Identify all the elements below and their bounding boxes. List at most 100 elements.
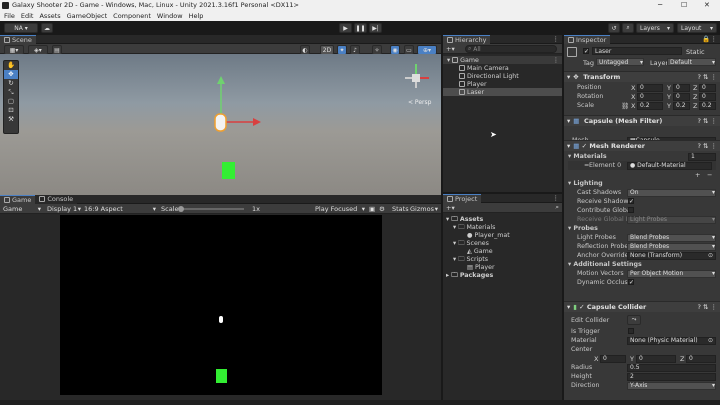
is-trigger-checkbox[interactable]: [628, 328, 634, 334]
center-x-field[interactable]: 0: [600, 354, 626, 363]
scene-root-item[interactable]: ▾ Game ⋮: [443, 56, 562, 64]
capsule-collider-enabled-check[interactable]: ✓: [579, 303, 587, 311]
hierarchy-item-player[interactable]: Player: [443, 80, 562, 88]
edit-collider-button[interactable]: ⤳: [627, 315, 641, 325]
light-probes-dropdown[interactable]: Blend Probes ▾: [627, 233, 716, 242]
position-y-field[interactable]: 0: [673, 83, 690, 92]
menu-help[interactable]: Help: [189, 12, 204, 20]
folder-scripts[interactable]: ▾ 🗀 Scripts: [443, 255, 562, 263]
folder-scenes[interactable]: ▾ 🗀 Scenes: [443, 239, 562, 247]
tag-dropdown[interactable]: Untagged ▾: [596, 58, 644, 66]
constrain-proportions-icon[interactable]: ⛓: [621, 102, 629, 110]
game-view-dropdown[interactable]: Game ▾: [3, 205, 41, 213]
play-button[interactable]: ▶: [339, 23, 352, 33]
menu-file[interactable]: File: [4, 12, 15, 20]
custom-tool-icon[interactable]: ⚒: [4, 115, 18, 124]
object-picker-icon[interactable]: ⊙: [708, 252, 713, 259]
tab-inspector[interactable]: Inspector: [564, 34, 611, 44]
probes-row[interactable]: ▾ Probes: [564, 224, 720, 233]
tab-console[interactable]: Console: [35, 194, 78, 204]
receive-shadows-checkbox[interactable]: ✓: [628, 198, 634, 205]
tab-scene[interactable]: Scene: [0, 34, 36, 44]
layer-dropdown[interactable]: Default ▾: [667, 58, 716, 66]
mesh-renderer-header[interactable]: ▾ ▦ ✓ Mesh Renderer ? ⇅ ⋮: [564, 140, 720, 151]
materials-count-field[interactable]: 1: [688, 152, 716, 161]
hierarchy-item-laser[interactable]: Laser: [443, 88, 562, 96]
play-focused-dropdown[interactable]: Play Focused ▾: [315, 205, 365, 213]
position-x-field[interactable]: 0: [637, 83, 663, 92]
minimize-icon[interactable]: ─: [658, 1, 662, 9]
cast-shadows-dropdown[interactable]: On ▾: [627, 188, 716, 197]
display-dropdown[interactable]: Display 1 ▾: [47, 205, 81, 213]
anchor-override-field[interactable]: None (Transform) ⊙: [627, 251, 716, 260]
component-menu-icon[interactable]: ? ⇅ ⋮: [697, 117, 717, 125]
component-menu-icon[interactable]: ? ⇅ ⋮: [697, 303, 717, 311]
element0-field[interactable]: ● Default-Material: [627, 161, 712, 170]
tab-hierarchy[interactable]: Hierarchy: [443, 34, 491, 44]
menu-gameobject[interactable]: GameObject: [67, 12, 108, 20]
layers-dropdown[interactable]: Layers ▾: [636, 23, 674, 33]
active-checkbox[interactable]: ✓: [583, 48, 589, 55]
hierarchy-item-directional-light[interactable]: Directional Light: [443, 72, 562, 80]
step-button[interactable]: ▶|: [369, 23, 382, 33]
rotation-z-field[interactable]: 0: [699, 92, 716, 101]
close-icon[interactable]: ✕: [704, 1, 710, 9]
list-add-button[interactable]: +: [695, 171, 700, 179]
orientation-gizmo[interactable]: [398, 60, 434, 96]
dynamic-occlusion-checkbox[interactable]: ✓: [628, 279, 634, 286]
scale-tool-icon[interactable]: ⤡: [4, 88, 18, 97]
additional-settings-row[interactable]: ▾ Additional Settings: [564, 260, 720, 269]
menu-assets[interactable]: Assets: [39, 12, 60, 20]
pause-button[interactable]: ❚❚: [354, 23, 367, 33]
inspector-lock-icon[interactable]: 🔒⋮: [702, 35, 717, 43]
center-z-field[interactable]: 0: [686, 354, 716, 363]
component-menu-icon[interactable]: ? ⇅ ⋮: [697, 142, 717, 150]
layout-dropdown[interactable]: Layout ▾: [677, 23, 717, 33]
mesh-filter-header[interactable]: ▾ ▦ Capsule (Mesh Filter) ? ⇅ ⋮: [564, 115, 720, 126]
scene-more-icon[interactable]: ⋮: [553, 57, 559, 64]
component-menu-icon[interactable]: ? ⇅ ⋮: [697, 73, 717, 81]
menu-window[interactable]: Window: [157, 12, 183, 20]
mute-audio-icon[interactable]: ▣: [369, 205, 375, 213]
perspective-label[interactable]: < Persp: [408, 99, 431, 106]
scale-z-field[interactable]: 0.2: [699, 101, 716, 110]
tab-project[interactable]: Project: [443, 193, 482, 203]
list-remove-button[interactable]: −: [707, 171, 712, 179]
tab-game[interactable]: Game: [0, 194, 36, 204]
rotation-y-field[interactable]: 0: [673, 92, 690, 101]
motion-vectors-dropdown[interactable]: Per Object Motion ▾: [627, 269, 716, 278]
project-more-icon[interactable]: ⋮: [553, 194, 560, 202]
search-icon[interactable]: ⌕: [622, 23, 634, 33]
hierarchy-add-icon[interactable]: +▾: [446, 45, 455, 53]
rotate-tool-icon[interactable]: ↻: [4, 79, 18, 88]
game-viewport[interactable]: [60, 215, 382, 395]
scene-viewport[interactable]: ✋ ✥ ↻ ⤡ ▢ ⊡ ⚒ < Persp: [0, 54, 441, 195]
history-icon[interactable]: ↺: [608, 23, 620, 33]
reflection-probes-dropdown[interactable]: Blend Probes ▾: [627, 242, 716, 251]
folder-materials[interactable]: ▾ 🗀 Materials: [443, 223, 562, 231]
folder-packages[interactable]: ▸ 🗀 Packages: [443, 271, 562, 279]
static-toggle[interactable]: Static: [686, 48, 705, 56]
object-picker-icon[interactable]: ⊙: [708, 337, 713, 344]
aspect-dropdown[interactable]: 16:9 Aspect ▾: [84, 205, 156, 213]
move-gizmo[interactable]: [205, 74, 275, 144]
rect-tool-icon[interactable]: ▢: [4, 97, 18, 106]
hierarchy-more-icon[interactable]: ⋮: [553, 35, 560, 43]
game-settings-icon[interactable]: ⚙: [379, 205, 385, 213]
transform-header[interactable]: ▾ ✥ Transform ? ⇅ ⋮: [564, 71, 720, 82]
hand-tool-icon[interactable]: ✋: [4, 61, 18, 70]
materials-row[interactable]: ▾ Materials 1: [564, 152, 720, 161]
capsule-collider-header[interactable]: ▾ ▮ ✓ Capsule Collider ? ⇅ ⋮: [564, 301, 720, 312]
object-name-field[interactable]: Laser: [592, 47, 682, 55]
position-z-field[interactable]: 0: [699, 83, 716, 92]
collider-material-field[interactable]: None (Physic Material) ⊙: [627, 336, 716, 345]
rotation-x-field[interactable]: 0: [637, 92, 663, 101]
scale-slider-handle[interactable]: [178, 206, 184, 212]
direction-dropdown[interactable]: Y-Axis ▾: [627, 381, 716, 390]
hierarchy-search-input[interactable]: ⌕ All: [465, 45, 557, 53]
cloud-icon[interactable]: ☁: [41, 23, 53, 33]
radius-field[interactable]: 0.5: [627, 363, 716, 372]
scale-slider[interactable]: [178, 206, 244, 212]
project-search-icon[interactable]: ⌕: [555, 203, 559, 212]
account-dropdown[interactable]: NA ▾: [4, 23, 38, 33]
